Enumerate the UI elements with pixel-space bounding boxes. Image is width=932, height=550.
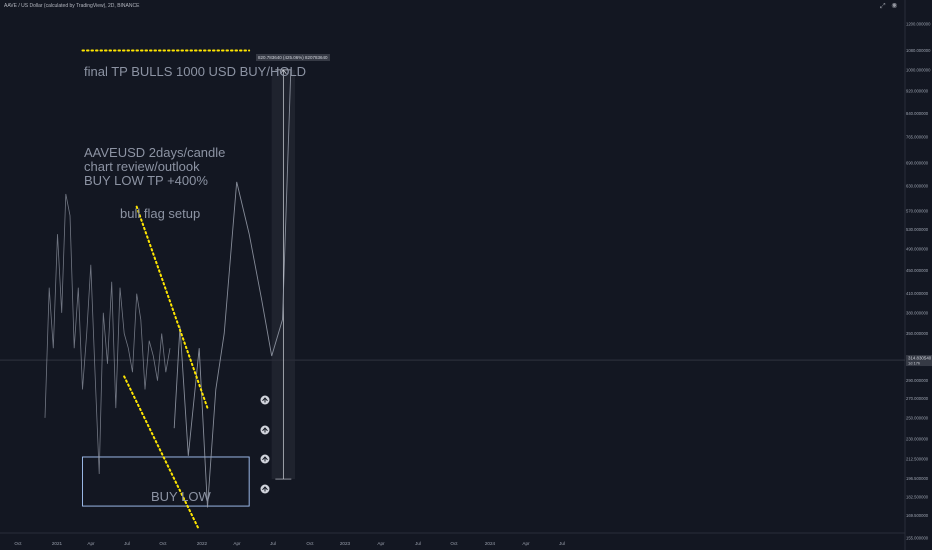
x-tick-label: Oct	[450, 541, 458, 546]
y-tick-label: 230.000000	[906, 436, 929, 441]
y-tick-label: 350.000000	[906, 331, 929, 336]
price-chart[interactable]: 1200.000000 1080.000000 1000.000000 920.000…	[0, 0, 932, 550]
y-tick-label: 490.000000	[906, 246, 929, 251]
x-tick-label: Jul	[559, 541, 565, 546]
trendline-upper	[135, 205, 209, 410]
y-tick-label: 840.000000	[906, 111, 929, 116]
x-tick-label: Jul	[415, 541, 421, 546]
y-tick-label: 920.000000	[906, 88, 929, 93]
x-tick-label: Apr	[522, 541, 530, 546]
review-line-2: chart review/outlook	[84, 159, 200, 174]
review-annotation: AAVEUSD 2days/candle chart review/outloo…	[84, 146, 225, 188]
x-tick-label: Apr	[377, 541, 385, 546]
buy-low-annotation: BUY LOW	[151, 489, 211, 504]
y-tick-label: 169.500000	[906, 513, 929, 518]
series-price	[44, 193, 171, 475]
y-tick-label: 530.000000	[906, 227, 929, 232]
y-tick-label: 450.000000	[906, 268, 929, 273]
x-tick-label: Jul	[124, 541, 130, 546]
y-tick-label: 196.500000	[906, 476, 929, 481]
x-tick-label: 2023	[340, 541, 351, 546]
y-tick-label: 380.000000	[906, 310, 929, 315]
y-tick-label: 570.000000	[906, 209, 929, 214]
y-tick-label: 250.000000	[906, 415, 929, 420]
y-tick-label: 410.000000	[906, 291, 929, 296]
y-tick-label: 765.000000	[906, 135, 929, 140]
y-tick-label: 155.000000	[906, 535, 929, 540]
review-line-3: BUY LOW TP +400%	[84, 173, 208, 188]
measure-label: 820.783640 (425.06%) 820783640	[256, 54, 330, 61]
x-tick-label: Oct	[306, 541, 314, 546]
y-tick-label: 182.500000	[906, 494, 929, 499]
x-tick-label: 2022	[197, 541, 208, 546]
y-tick-label: 1000.000000	[906, 67, 931, 72]
x-tick-label: Jul	[270, 541, 276, 546]
x-tick-label: Oct	[14, 541, 22, 546]
y-tick-label: 690.000000	[906, 161, 929, 166]
x-tick-label: 2024	[485, 541, 496, 546]
x-tick-label: 2021	[52, 541, 63, 546]
x-tick-label: Apr	[87, 541, 95, 546]
current-price-sub: 1d 17h	[908, 361, 920, 366]
y-tick-label: 212.500000	[906, 456, 929, 461]
y-tick-label: 1200.000000	[906, 22, 931, 27]
y-tick-label: 630.000000	[906, 183, 929, 188]
final-tp-annotation: final TP BULLS 1000 USD BUY/HOLD	[84, 64, 307, 79]
y-tick-label: 290.000000	[906, 378, 929, 383]
y-tick-label: 270.000000	[906, 396, 929, 401]
review-line-1: AAVEUSD 2days/candle	[84, 145, 226, 160]
bull-flag-annotation: bull flag setup	[120, 206, 201, 221]
y-tick-label: 1080.000000	[906, 48, 931, 53]
x-tick-label: Oct	[159, 541, 167, 546]
x-tick-label: Apr	[233, 541, 241, 546]
